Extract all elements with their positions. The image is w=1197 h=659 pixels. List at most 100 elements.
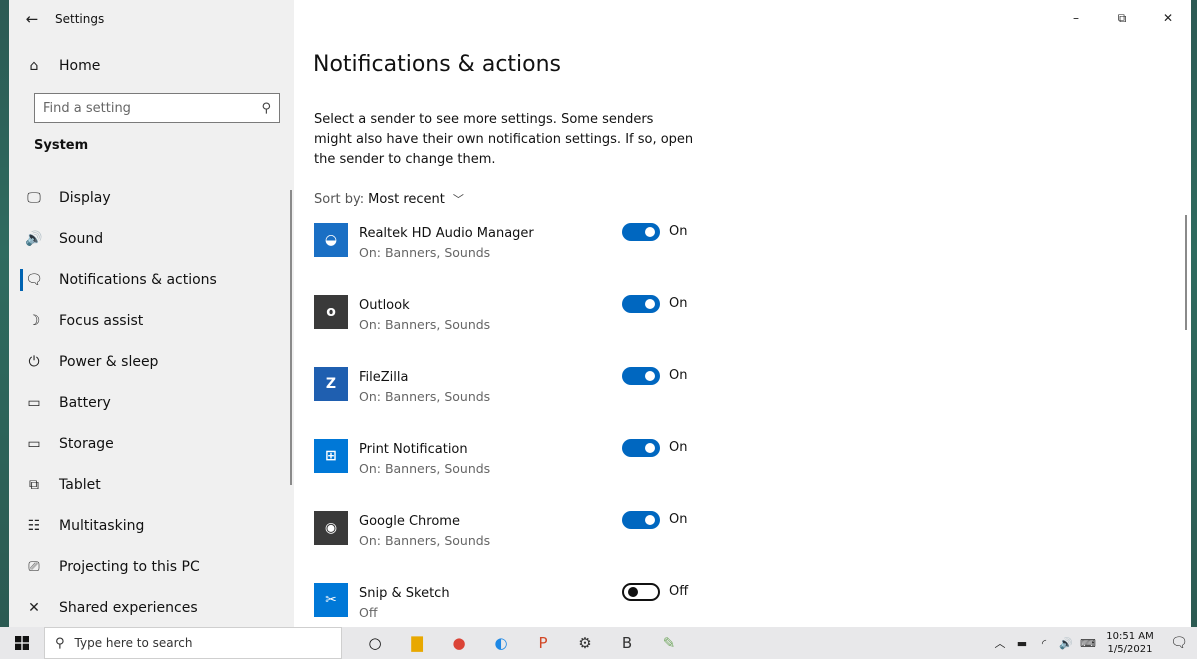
sidebar-item-battery[interactable]: ▭ Battery bbox=[9, 382, 294, 423]
storage-icon: ▭ bbox=[27, 435, 41, 452]
home-link[interactable]: ⌂ Home bbox=[9, 50, 294, 82]
projecting-icon: ⎚ bbox=[28, 558, 40, 575]
taskbar-apps: ○ ▇ ● ◐ P ⚙ B ✎ bbox=[354, 627, 690, 659]
chrome-taskbar-icon[interactable]: ● bbox=[438, 627, 480, 659]
main-scrollbar[interactable] bbox=[1185, 215, 1187, 330]
realtek-icon: ◒ bbox=[314, 223, 348, 257]
sender-icon-glyph: ⊞ bbox=[325, 448, 337, 464]
sender-status: On: Banners, Sounds bbox=[359, 533, 491, 548]
toggle-state-label: On bbox=[669, 296, 688, 311]
notifications-icon: 🗨 bbox=[25, 271, 43, 288]
power-icon: ⏻ bbox=[28, 353, 40, 370]
home-icon: ⌂ bbox=[29, 58, 39, 74]
action-center-icon[interactable]: 🗨 bbox=[1161, 635, 1197, 651]
close-button[interactable]: ✕ bbox=[1145, 0, 1191, 36]
sender-row[interactable]: ◉ Google Chrome On: Banners, Sounds On bbox=[314, 511, 714, 563]
sort-dropdown[interactable]: Sort by: Most recent ﹀ bbox=[314, 191, 464, 207]
sidebar: ← Settings ⌂ Home Find a setting ⚲ Syste… bbox=[9, 0, 294, 627]
sidebar-item-label: Multitasking bbox=[59, 517, 145, 534]
sidebar-item-storage[interactable]: ▭ Storage bbox=[9, 423, 294, 464]
window-controls: – ⧉ ✕ bbox=[1053, 0, 1191, 36]
page-title: Notifications & actions bbox=[313, 52, 562, 77]
sender-status: On: Banners, Sounds bbox=[359, 389, 491, 404]
restore-button[interactable]: ⧉ bbox=[1099, 0, 1145, 36]
toggle-state-label: On bbox=[669, 512, 688, 527]
cortana-icon[interactable]: ○ bbox=[354, 627, 396, 659]
sender-row[interactable]: Z FileZilla On: Banners, Sounds On bbox=[314, 367, 714, 419]
chevron-up-icon[interactable]: ︿ bbox=[989, 635, 1011, 651]
app-title: Settings bbox=[55, 12, 105, 26]
sidebar-item-notifications-actions[interactable]: 🗨 Notifications & actions bbox=[9, 259, 294, 300]
notification-toggle[interactable] bbox=[622, 367, 660, 385]
sender-name: Print Notification bbox=[359, 442, 468, 457]
powerpoint-icon[interactable]: P bbox=[522, 627, 564, 659]
sender-icon-glyph: ◉ bbox=[324, 520, 338, 536]
start-button[interactable] bbox=[0, 627, 44, 659]
tablet-icon: ⧉ bbox=[29, 476, 39, 493]
sidebar-item-label: Power & sleep bbox=[59, 353, 159, 370]
clock[interactable]: 10:51 AM 1/5/2021 bbox=[1099, 630, 1161, 656]
sidebar-scrollbar[interactable] bbox=[290, 190, 292, 485]
notification-toggle[interactable] bbox=[622, 583, 660, 601]
file-explorer-icon[interactable]: ▇ bbox=[396, 627, 438, 659]
volume-icon[interactable]: 🔊 bbox=[1055, 637, 1077, 650]
sort-value: Most recent bbox=[368, 191, 445, 207]
sender-row[interactable]: ✂ Snip & Sketch Off Off bbox=[314, 583, 714, 627]
shared-experiences-icon: ✕ bbox=[28, 599, 40, 616]
sidebar-item-label: Shared experiences bbox=[59, 599, 198, 616]
sidebar-item-multitasking[interactable]: ☷ Multitasking bbox=[9, 505, 294, 546]
minimize-button[interactable]: – bbox=[1053, 0, 1099, 36]
sender-row[interactable]: ⊞ Print Notification On: Banners, Sounds On bbox=[314, 439, 714, 491]
toggle-state-label: On bbox=[669, 368, 688, 383]
paint-icon[interactable]: ✎ bbox=[648, 627, 690, 659]
sidebar-item-display[interactable]: 🖵 Display bbox=[9, 177, 294, 218]
sender-name: Google Chrome bbox=[359, 514, 460, 529]
sidebar-item-tablet[interactable]: ⧉ Tablet bbox=[9, 464, 294, 505]
toggle-state-label: On bbox=[669, 440, 688, 455]
find-setting-input[interactable]: Find a setting ⚲ bbox=[34, 93, 280, 123]
wifi-icon[interactable]: ◜ bbox=[1033, 637, 1055, 650]
notification-toggle[interactable] bbox=[622, 223, 660, 241]
sender-status: On: Banners, Sounds bbox=[359, 461, 491, 476]
snip-sketch-icon: ✂ bbox=[314, 583, 348, 617]
edge-icon[interactable]: ◐ bbox=[480, 627, 522, 659]
sidebar-item-projecting-to-this-pc[interactable]: ⎚ Projecting to this PC bbox=[9, 546, 294, 587]
back-arrow-icon: ← bbox=[25, 10, 39, 28]
search-icon: ⚲ bbox=[261, 100, 271, 116]
desktop-background-right bbox=[1191, 0, 1197, 627]
notification-toggle[interactable] bbox=[622, 295, 660, 313]
sidebar-item-focus-assist[interactable]: ☽ Focus assist bbox=[9, 300, 294, 341]
taskbar-search[interactable]: ⚲ Type here to search bbox=[44, 627, 342, 659]
home-label: Home bbox=[59, 58, 101, 74]
sidebar-item-shared-experiences[interactable]: ✕ Shared experiences bbox=[9, 587, 294, 627]
sender-name: FileZilla bbox=[359, 370, 409, 385]
sidebar-item-label: Battery bbox=[59, 394, 111, 411]
selection-indicator bbox=[20, 269, 23, 291]
windows-logo-icon bbox=[15, 636, 29, 650]
sender-status: On: Banners, Sounds bbox=[359, 317, 491, 332]
sender-row[interactable]: o Outlook On: Banners, Sounds On bbox=[314, 295, 714, 347]
page-description: Select a sender to see more settings. So… bbox=[314, 112, 694, 167]
notification-toggle[interactable] bbox=[622, 439, 660, 457]
back-button[interactable]: ← bbox=[9, 0, 55, 38]
find-setting-placeholder: Find a setting bbox=[43, 100, 131, 116]
sidebar-item-power-sleep[interactable]: ⏻ Power & sleep bbox=[9, 341, 294, 382]
b-app-icon[interactable]: B bbox=[606, 627, 648, 659]
main-content: – ⧉ ✕ Notifications & actions Select a s… bbox=[294, 0, 1191, 627]
focus-assist-icon: ☽ bbox=[27, 312, 41, 329]
sound-icon: 🔊 bbox=[25, 230, 43, 247]
sidebar-item-sound[interactable]: 🔊 Sound bbox=[9, 218, 294, 259]
chrome-icon: ◉ bbox=[314, 511, 348, 545]
notification-toggle[interactable] bbox=[622, 511, 660, 529]
chevron-down-icon: ﹀ bbox=[452, 193, 464, 206]
system-tray: ︿ ▬ ◜ 🔊 ⌨ 10:51 AM 1/5/2021 🗨 bbox=[989, 627, 1197, 659]
sidebar-item-label: Display bbox=[59, 189, 111, 206]
keyboard-icon[interactable]: ⌨ bbox=[1077, 637, 1099, 650]
toggle-knob bbox=[628, 587, 638, 597]
taskbar-search-placeholder: Type here to search bbox=[74, 636, 193, 650]
settings-taskbar-icon[interactable]: ⚙ bbox=[564, 627, 606, 659]
section-title: System bbox=[34, 138, 89, 153]
battery-tray-icon[interactable]: ▬ bbox=[1011, 637, 1033, 650]
sender-row[interactable]: ◒ Realtek HD Audio Manager On: Banners, So… bbox=[314, 223, 714, 275]
taskbar: ⚲ Type here to search ○ ▇ ● ◐ P ⚙ B ✎ ︿ ▬ ◜ 🔊 ⌨… bbox=[0, 627, 1197, 659]
